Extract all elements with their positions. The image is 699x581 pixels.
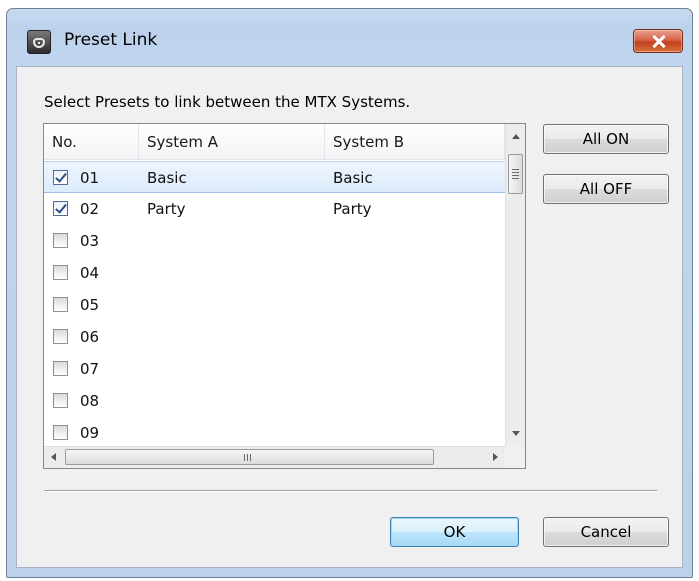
list-item[interactable]: 01 Basic Basic <box>44 161 505 193</box>
preset-number: 04 <box>80 264 100 282</box>
preset-number: 06 <box>80 328 100 346</box>
preset-checkbox[interactable] <box>53 170 68 185</box>
list-header: No. System A System B <box>44 124 505 160</box>
arrow-down-icon[interactable] <box>512 431 520 436</box>
arrow-up-icon[interactable] <box>512 134 520 139</box>
list-item[interactable]: 02 Party Party <box>44 193 505 225</box>
cancel-button[interactable]: Cancel <box>543 517 669 547</box>
ok-button[interactable]: OK <box>390 517 519 547</box>
list-item[interactable]: 07 <box>44 353 505 385</box>
preset-number: 05 <box>80 296 100 314</box>
preset-number: 03 <box>80 232 100 250</box>
preset-checkbox[interactable] <box>53 233 68 248</box>
preset-number: 07 <box>80 360 100 378</box>
list-item[interactable]: 03 <box>44 225 505 257</box>
preset-number: 02 <box>80 200 100 218</box>
title-bar[interactable]: Preset Link <box>7 9 692 54</box>
all-on-button[interactable]: All ON <box>543 124 669 154</box>
preset-checkbox[interactable] <box>53 329 68 344</box>
list-item[interactable]: 05 <box>44 289 505 321</box>
system-b-preset: Basic <box>333 169 373 187</box>
column-header-system-a[interactable]: System A <box>139 124 325 160</box>
system-a-preset: Basic <box>147 169 187 187</box>
preset-checkbox[interactable] <box>53 201 68 216</box>
vertical-scrollbar[interactable] <box>505 124 525 446</box>
list-item[interactable]: 06 <box>44 321 505 353</box>
preset-number: 08 <box>80 392 100 410</box>
preset-checkbox[interactable] <box>53 393 68 408</box>
scrollbar-corner <box>505 446 525 468</box>
preset-checkbox[interactable] <box>53 297 68 312</box>
arrow-left-icon[interactable] <box>51 453 56 461</box>
preset-link-dialog: Preset Link Select Presets to link betwe… <box>6 8 693 578</box>
vertical-scroll-thumb[interactable] <box>508 154 523 194</box>
instruction-text: Select Presets to link between the MTX S… <box>44 93 411 111</box>
preset-checkbox[interactable] <box>53 425 68 440</box>
system-a-preset: Party <box>147 200 186 218</box>
horizontal-scroll-thumb[interactable] <box>65 449 434 465</box>
all-off-button[interactable]: All OFF <box>543 174 669 204</box>
preset-checkbox[interactable] <box>53 265 68 280</box>
column-header-no[interactable]: No. <box>44 124 139 160</box>
column-header-system-b[interactable]: System B <box>325 124 505 160</box>
list-item[interactable]: 09 <box>44 417 505 449</box>
horizontal-scrollbar[interactable] <box>44 446 505 468</box>
dialog-body: Select Presets to link between the MTX S… <box>16 66 683 568</box>
preset-number: 01 <box>80 169 100 187</box>
app-icon <box>27 30 51 54</box>
window-title: Preset Link <box>64 30 158 50</box>
close-button[interactable] <box>633 29 683 53</box>
preset-list: No. System A System B 01 Basic Basic 02 Part… <box>43 123 526 469</box>
preset-number: 09 <box>80 424 100 442</box>
preset-checkbox[interactable] <box>53 361 68 376</box>
system-b-preset: Party <box>333 200 372 218</box>
list-item[interactable]: 08 <box>44 385 505 417</box>
list-item[interactable]: 04 <box>44 257 505 289</box>
footer-separator <box>44 490 657 492</box>
arrow-right-icon[interactable] <box>493 453 498 461</box>
